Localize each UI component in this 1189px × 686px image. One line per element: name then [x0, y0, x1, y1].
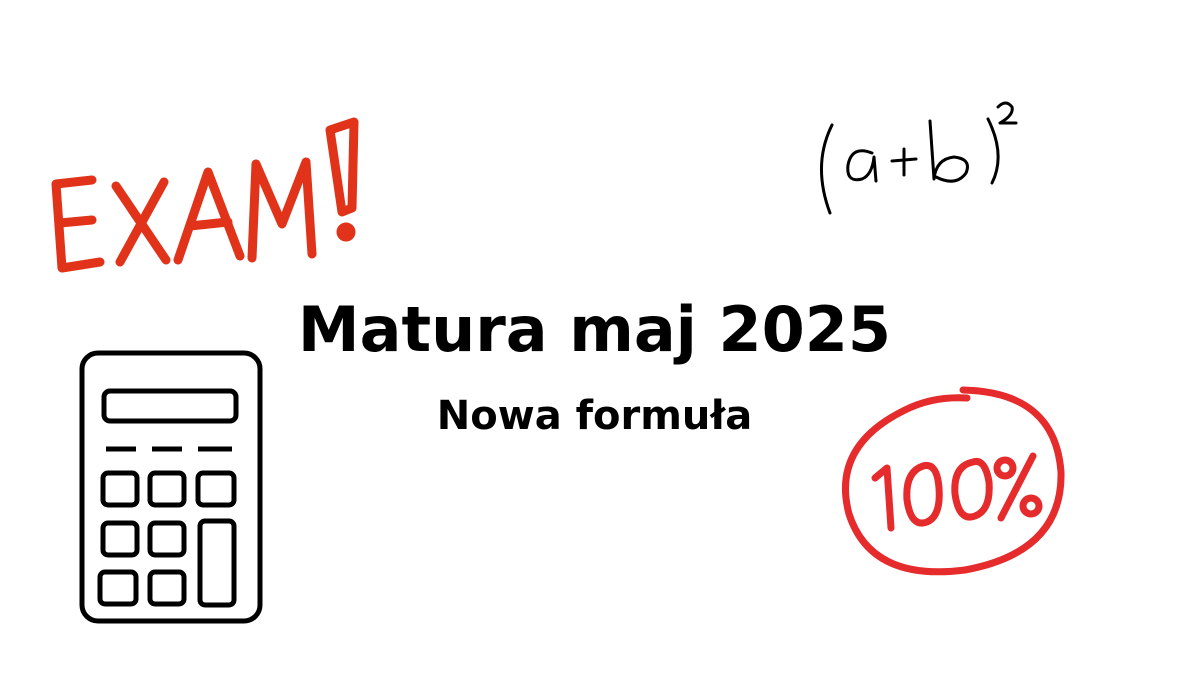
exam-handwritten-text: [51, 117, 359, 273]
page-subtitle: Nowa formuła: [436, 393, 753, 439]
formula-handwritten-text: [820, 101, 1018, 215]
calculator-icon: [79, 350, 263, 624]
banner-canvas: Matura maj 2025 Nowa formuła: [0, 0, 1189, 686]
page-title: Matura maj 2025: [0, 290, 1189, 370]
page-title-text: Matura maj 2025: [297, 293, 892, 366]
